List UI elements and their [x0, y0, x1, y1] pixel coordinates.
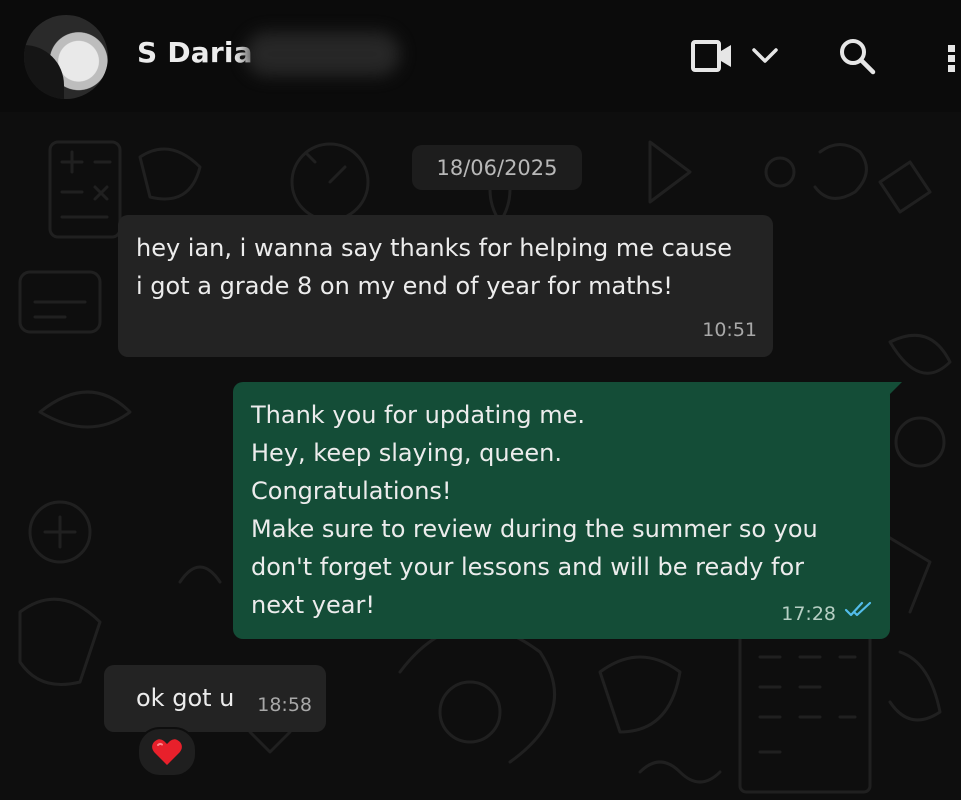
reaction-badge[interactable]	[137, 727, 197, 777]
date-separator: 18/06/2025	[412, 145, 582, 190]
read-receipt-icon	[844, 591, 874, 629]
message-text-line: hey ian, i wanna say thanks for helping …	[136, 234, 733, 262]
contact-name[interactable]: S Daria	[137, 36, 253, 69]
chat-window: S Daria 18/06/2025 hey ian, i wanna say …	[0, 0, 961, 800]
message-text-line: Hey, keep slaying, queen.	[251, 439, 562, 467]
message-text-line: Congratulations!	[251, 477, 452, 505]
message-text-line: Make sure to review during the summer so…	[251, 515, 818, 543]
message-timestamp: 10:51	[702, 319, 757, 341]
message-timestamp: 18:58	[257, 694, 312, 716]
incoming-message[interactable]: ok got u 18:58	[104, 665, 326, 732]
incoming-message[interactable]: hey ian, i wanna say thanks for helping …	[118, 215, 773, 357]
chat-header: S Daria	[0, 0, 961, 112]
message-text-line: next year!	[251, 591, 375, 619]
message-text-line: i got a grade 8 on my end of year for ma…	[136, 272, 673, 300]
message-text-line: Thank you for updating me.	[251, 401, 585, 429]
chevron-down-icon[interactable]	[748, 40, 782, 72]
avatar[interactable]	[24, 15, 108, 99]
more-options-icon[interactable]	[942, 36, 961, 78]
message-timestamp: 17:28	[781, 603, 836, 625]
video-call-icon[interactable]	[688, 36, 736, 76]
outgoing-message[interactable]: Thank you for updating me. Hey, keep sla…	[233, 382, 902, 639]
redacted-name-blur	[245, 32, 400, 76]
heart-icon	[152, 739, 182, 765]
bubble-tail	[888, 382, 902, 396]
message-text-line: don't forget your lessons and will be re…	[251, 553, 804, 581]
search-icon[interactable]	[836, 35, 878, 77]
